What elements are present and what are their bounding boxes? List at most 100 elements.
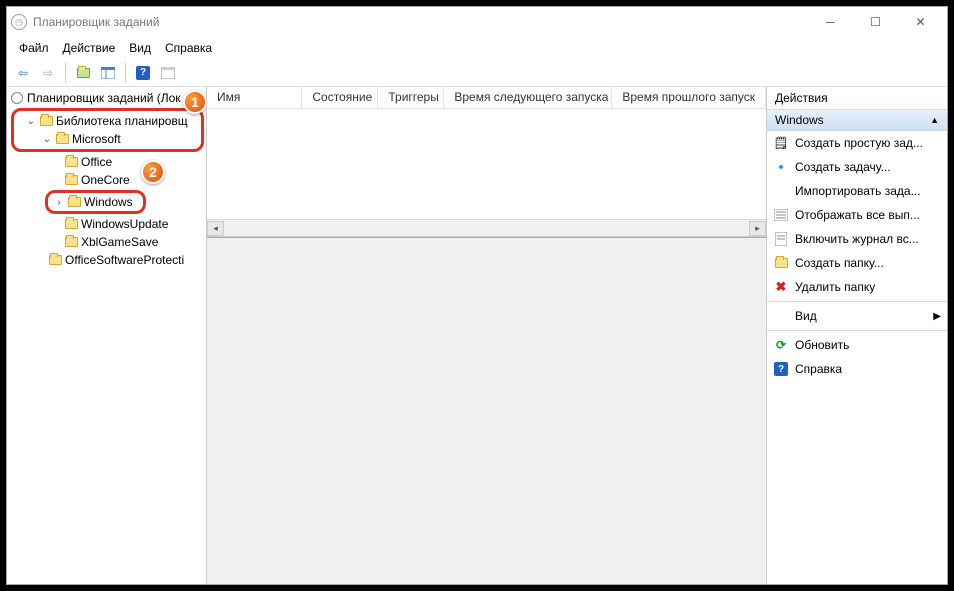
list-icon <box>773 207 789 223</box>
tree-office-label: Office <box>81 155 112 169</box>
tool-folder[interactable] <box>72 62 94 84</box>
action-view[interactable]: Вид ▶ <box>767 304 947 328</box>
col-name[interactable]: Имя <box>207 87 302 108</box>
import-icon <box>773 183 789 199</box>
task-list: Имя Состояние Триггеры Время следующего … <box>207 87 766 237</box>
tree-windowsupdate[interactable]: WindowsUpdate <box>7 215 206 233</box>
callout-2: › Windows <box>45 190 146 214</box>
window-title: Планировщик заданий <box>33 15 159 29</box>
menu-file[interactable]: Файл <box>13 39 55 57</box>
expand-icon[interactable]: ⌄ <box>40 134 54 145</box>
col-triggers[interactable]: Триггеры <box>378 87 444 108</box>
new-folder-icon <box>773 255 789 271</box>
folder-icon <box>40 116 53 126</box>
actions-context[interactable]: Windows ▲ <box>767 110 947 131</box>
folder-icon <box>68 197 81 207</box>
action-label: Отображать все вып... <box>795 208 920 222</box>
center-pane: Имя Состояние Триггеры Время следующего … <box>207 87 767 584</box>
tree-microsoft-label: Microsoft <box>72 132 121 146</box>
tree-xblgamesave-label: XblGameSave <box>81 235 158 249</box>
folder-icon <box>49 255 62 265</box>
task-list-body <box>207 109 766 219</box>
action-label: Вид <box>795 309 817 323</box>
expand-icon[interactable]: › <box>52 197 66 208</box>
separator <box>767 301 947 302</box>
close-button[interactable]: ✕ <box>898 8 943 36</box>
clock-icon <box>11 92 23 104</box>
tree-xblgamesave[interactable]: XblGameSave <box>7 233 206 251</box>
actions-context-label: Windows <box>775 113 824 127</box>
action-create-basic[interactable]: 🗒 Создать простую зад... <box>767 131 947 155</box>
scroll-right-button[interactable]: ▸ <box>749 221 766 236</box>
detail-pane <box>207 237 766 584</box>
wizard-icon: 🗒 <box>773 135 789 151</box>
annotation-badge-2: 2 <box>141 160 165 184</box>
tree-root[interactable]: Планировщик заданий (Лок <box>7 89 206 107</box>
delete-icon: ✖ <box>773 279 789 295</box>
title-bar: ◷ Планировщик заданий ─ ☐ ✕ <box>7 7 947 37</box>
log-icon <box>773 231 789 247</box>
horizontal-scrollbar[interactable]: ◂ ▸ <box>207 219 766 236</box>
refresh-icon: ⟳ <box>773 337 789 353</box>
tree-officesoftware-label: OfficeSoftwareProtecti <box>65 253 184 267</box>
menu-view[interactable]: Вид <box>123 39 157 57</box>
back-button[interactable]: ⇦ <box>12 62 34 84</box>
action-label: Справка <box>795 362 842 376</box>
folder-icon <box>65 219 78 229</box>
tool-panes[interactable] <box>97 62 119 84</box>
actions-pane: Действия Windows ▲ 🗒 Создать простую зад… <box>767 87 947 584</box>
col-lastrun[interactable]: Время прошлого запуск <box>612 87 766 108</box>
tool-props[interactable] <box>157 62 179 84</box>
scroll-track[interactable] <box>224 221 749 236</box>
tree-root-label: Планировщик заданий (Лок <box>27 91 181 105</box>
action-label: Создать папку... <box>795 256 884 270</box>
action-delete-folder[interactable]: ✖ Удалить папку <box>767 275 947 299</box>
toolbar-divider <box>65 63 66 83</box>
menu-help[interactable]: Справка <box>159 39 218 57</box>
tree-onecore[interactable]: OneCore <box>7 171 206 189</box>
minimize-button[interactable]: ─ <box>808 8 853 36</box>
folder-icon <box>65 157 78 167</box>
menu-action[interactable]: Действие <box>57 39 122 57</box>
forward-button[interactable]: ⇨ <box>37 62 59 84</box>
tree-microsoft[interactable]: ⌄ Microsoft <box>14 130 201 148</box>
tool-help[interactable]: ? <box>132 62 154 84</box>
task-icon: 🔹 <box>773 159 789 175</box>
col-state[interactable]: Состояние <box>302 87 378 108</box>
actions-title: Действия <box>767 87 947 110</box>
help-icon: ? <box>773 361 789 377</box>
menu-bar: Файл Действие Вид Справка <box>7 37 947 59</box>
action-new-folder[interactable]: Создать папку... <box>767 251 947 275</box>
action-label: Удалить папку <box>795 280 875 294</box>
tree-library[interactable]: ⌄ Библиотека планировщ <box>14 112 201 130</box>
collapse-icon: ▲ <box>930 115 939 125</box>
app-icon: ◷ <box>11 14 27 30</box>
col-nextrun[interactable]: Время следующего запуска <box>444 87 612 108</box>
action-label: Включить журнал вс... <box>795 232 919 246</box>
folder-icon <box>56 134 69 144</box>
action-enable-log[interactable]: Включить журнал вс... <box>767 227 947 251</box>
submenu-arrow-icon: ▶ <box>933 311 941 322</box>
action-show-all[interactable]: Отображать все вып... <box>767 203 947 227</box>
expand-icon[interactable]: ⌄ <box>24 116 38 127</box>
folder-icon <box>65 175 78 185</box>
maximize-button[interactable]: ☐ <box>853 8 898 36</box>
tree-library-label: Библиотека планировщ <box>56 114 188 128</box>
action-label: Создать простую зад... <box>795 136 923 150</box>
callout-1: ⌄ Библиотека планировщ ⌄ Microsoft <box>11 108 204 152</box>
action-label: Импортировать зада... <box>795 184 921 198</box>
tree-office[interactable]: Office <box>7 153 206 171</box>
tree-windows[interactable]: › Windows <box>48 193 143 211</box>
tree-windowsupdate-label: WindowsUpdate <box>81 217 168 231</box>
action-help[interactable]: ? Справка <box>767 357 947 381</box>
tree-officesoftware[interactable]: OfficeSoftwareProtecti <box>7 251 206 269</box>
tree-windows-label: Windows <box>84 195 133 209</box>
tree-pane: Планировщик заданий (Лок ⌄ Библиотека пл… <box>7 87 207 584</box>
action-refresh[interactable]: ⟳ Обновить <box>767 333 947 357</box>
tree-onecore-label: OneCore <box>81 173 130 187</box>
action-label: Создать задачу... <box>795 160 891 174</box>
column-headers: Имя Состояние Триггеры Время следующего … <box>207 87 766 109</box>
scroll-left-button[interactable]: ◂ <box>207 221 224 236</box>
action-import[interactable]: Импортировать зада... <box>767 179 947 203</box>
action-create-task[interactable]: 🔹 Создать задачу... <box>767 155 947 179</box>
